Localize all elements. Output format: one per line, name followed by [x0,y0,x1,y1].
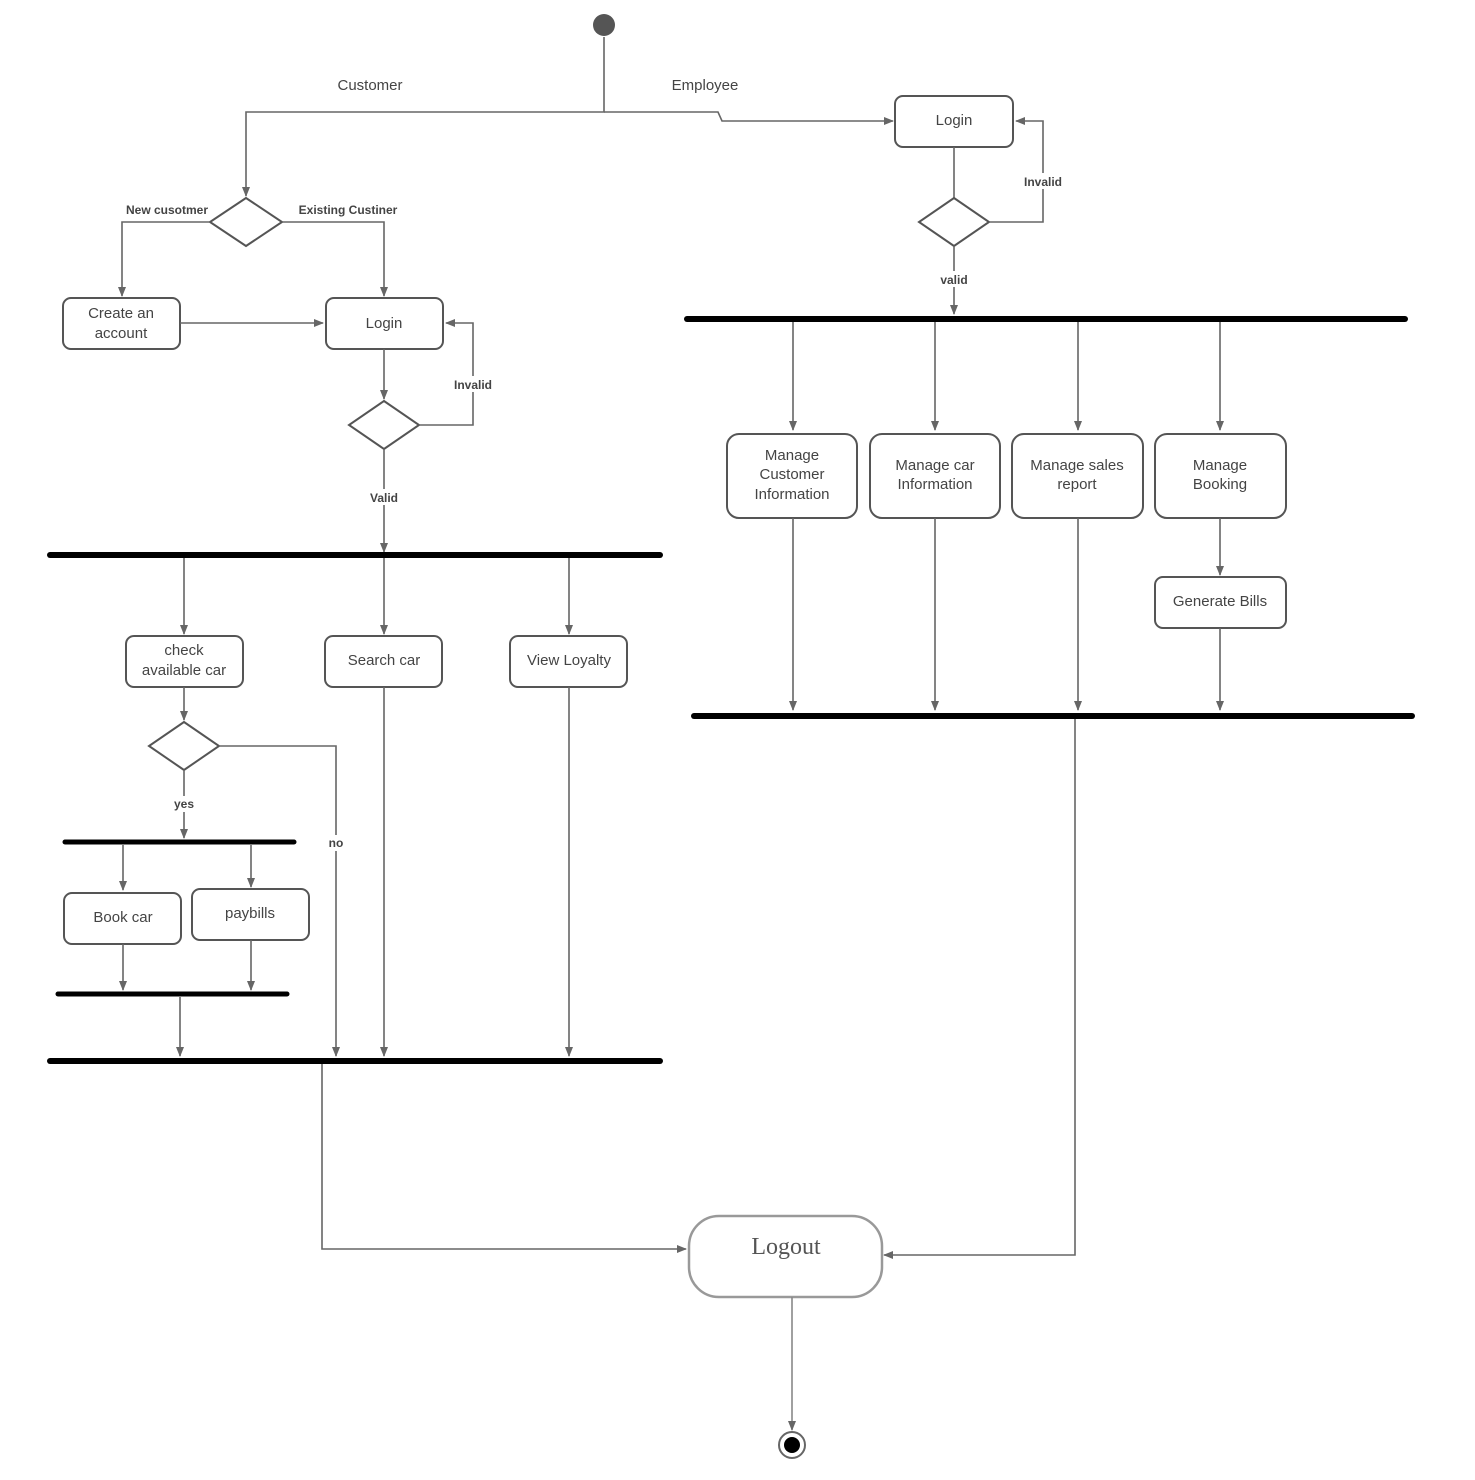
action-customer-login[interactable]: Login [325,297,444,350]
label: available car [142,662,226,679]
flow-to-employee-login [604,111,894,125]
label: Logout [751,1234,821,1260]
label: Information [754,486,829,503]
action-paybills[interactable]: paybills [191,888,310,941]
guard-valid: valid [940,273,967,287]
initial-node [593,14,615,36]
action-manage-car-information[interactable]: Manage car Information [869,433,1001,519]
flow-employee-to-logout [883,719,1076,1259]
guard-invalid: Invalid [454,378,492,392]
label: paybills [225,905,275,922]
label: Booking [1193,476,1247,493]
label: Customer [759,466,824,483]
flow-new-customer [118,221,210,297]
decision-customer-login-valid[interactable] [347,399,421,451]
label: Login [366,315,403,332]
action-search-car[interactable]: Search car [324,635,443,688]
action-manage-customer-information[interactable]: Manage Customer Information [726,433,858,519]
label: Information [897,476,972,493]
action-create-account[interactable]: Create an account [62,297,181,350]
action-employee-login[interactable]: Login [894,95,1014,148]
guard-new-customer: New cusotmer [126,203,208,217]
guard-yes: yes [174,797,194,811]
action-logout[interactable]: Logout [687,1214,884,1299]
lane-label-customer: Customer [337,77,402,94]
action-generate-bills[interactable]: Generate Bills [1154,576,1287,629]
label: account [95,325,148,342]
guard-valid: Valid [370,491,398,505]
action-view-loyalty[interactable]: View Loyalty [509,635,628,688]
decision-car-available[interactable] [147,720,221,772]
label: Book car [93,909,152,926]
action-manage-sales-report[interactable]: Manage sales report [1011,433,1144,519]
label: Manage car [895,457,974,474]
action-manage-booking[interactable]: Manage Booking [1154,433,1287,519]
final-node [778,1431,806,1459]
decision-employee-login-valid[interactable] [917,196,991,248]
label: Manage sales [1030,457,1123,474]
action-check-available-car[interactable]: check available car [125,635,244,688]
flow-start-split [242,37,605,197]
label: Search car [348,652,421,669]
label: Generate Bills [1173,593,1267,610]
guard-invalid: Invalid [1024,175,1062,189]
label: View Loyalty [527,652,611,669]
guard-no: no [329,836,344,850]
lane-label-employee: Employee [672,77,739,94]
action-book-car[interactable]: Book car [63,892,182,945]
flow-existing-customer [282,221,388,297]
label: check [164,642,204,659]
flow-customer-to-logout [321,1064,687,1253]
guard-existing-customer: Existing Custiner [299,203,398,217]
activity-diagram: Customer Employee New cusotmer Existing … [47,14,1415,1459]
label: Manage [765,447,819,464]
label: Login [936,112,973,129]
label: Create an [88,305,154,322]
label: report [1057,476,1097,493]
decision-customer-type[interactable] [208,196,284,248]
label: Manage [1193,457,1247,474]
